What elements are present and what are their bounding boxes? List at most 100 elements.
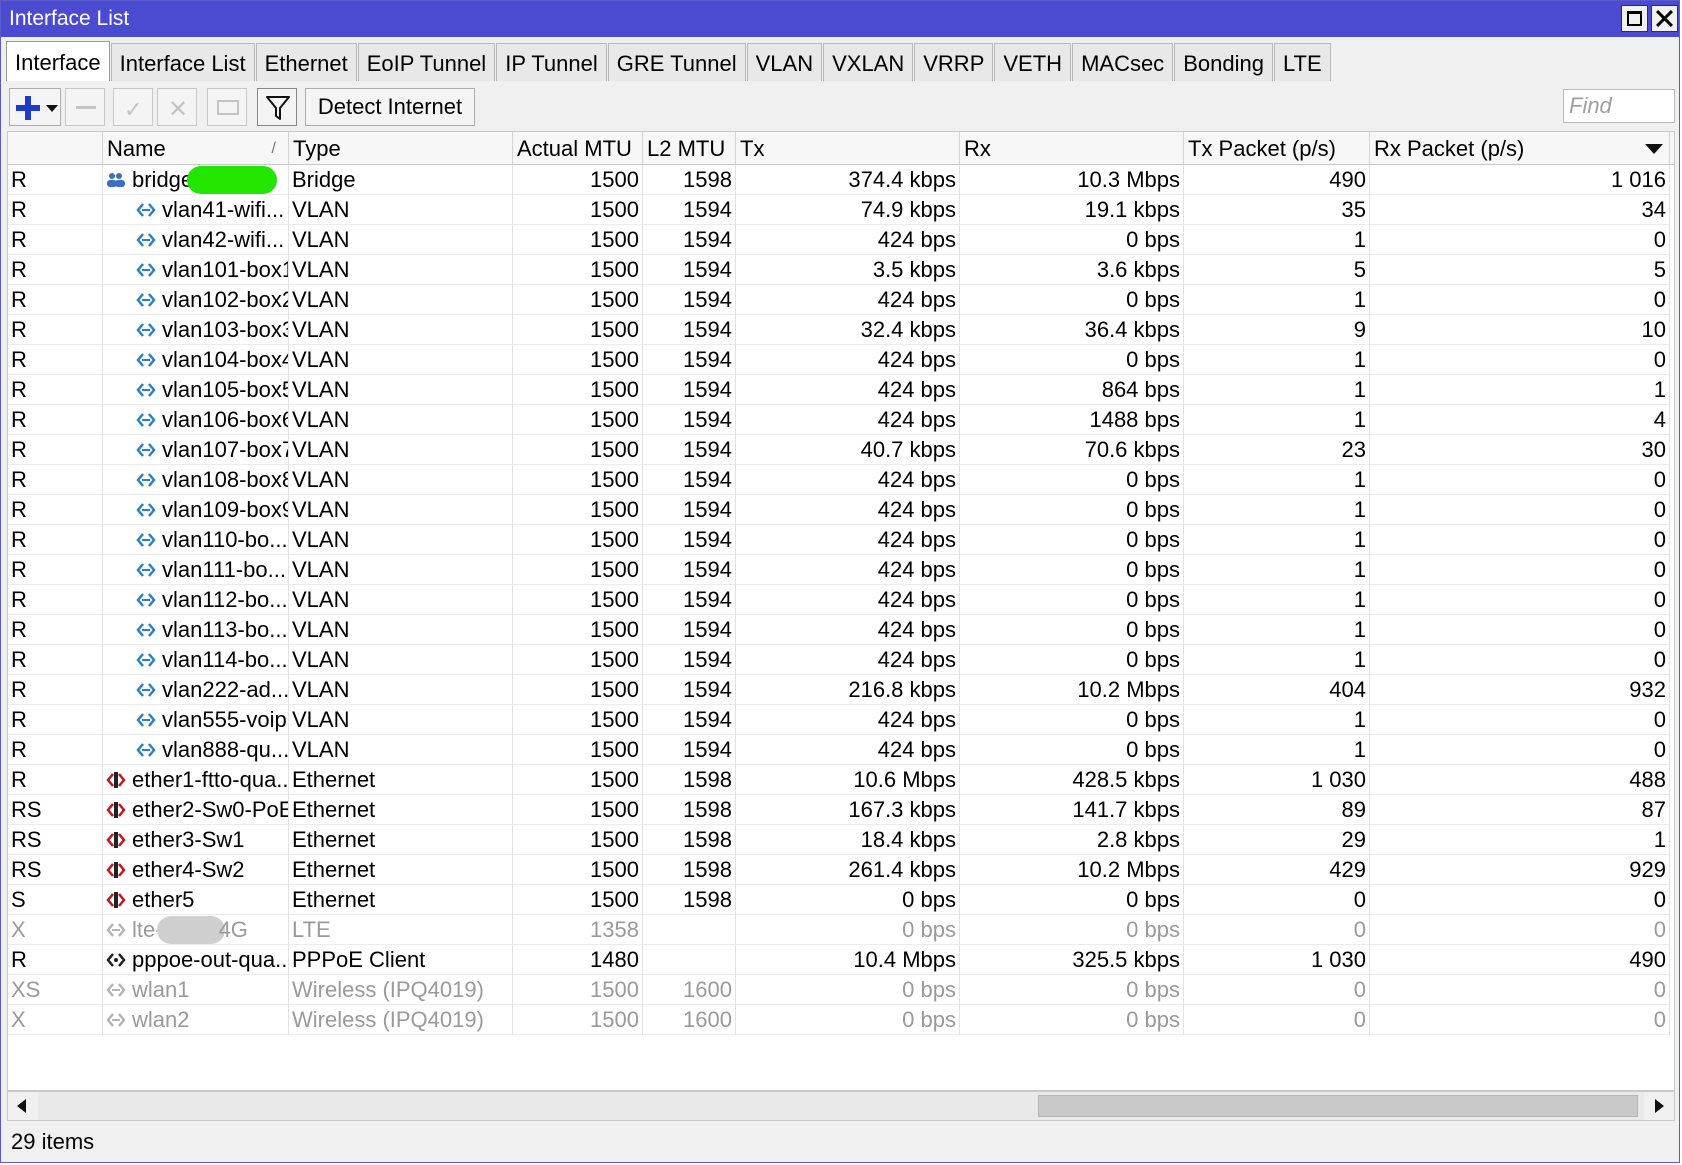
table-row[interactable]: Sether5 Ethernet 1500 1598 0 bps 0 bps 0 0	[8, 885, 1674, 915]
ethernet-icon	[106, 892, 126, 908]
filter-button[interactable]	[257, 88, 297, 126]
column-header-rx-packet-p-s-[interactable]: Rx Packet (p/s)	[1370, 132, 1670, 164]
cell-flags: R	[8, 945, 103, 975]
cell-txp: 23	[1184, 435, 1370, 465]
interface-name: vlan42-wifi...	[136, 225, 285, 254]
cell-l2mtu: 1594	[643, 225, 736, 255]
cell-type: Ethernet	[289, 765, 513, 795]
column-header-actual-mtu[interactable]: Actual MTU	[513, 132, 643, 164]
cell-rx: 0 bps	[960, 585, 1184, 615]
column-header-l2-mtu[interactable]: L2 MTU	[643, 132, 736, 164]
cell-mtu: 1500	[513, 525, 643, 555]
cell-rxp: 1 016	[1370, 165, 1670, 195]
cell-l2mtu: 1594	[643, 495, 736, 525]
table-row[interactable]: Rvlan888-qu... VLAN 1500 1594 424 bps 0 bps 1 0	[8, 735, 1674, 765]
table-row[interactable]: Rvlan111-bo... VLAN 1500 1594 424 bps 0 bps 1 0	[8, 555, 1674, 585]
tab-ethernet[interactable]: Ethernet	[255, 43, 357, 81]
tab-bonding[interactable]: Bonding	[1174, 43, 1273, 81]
cell-type: VLAN	[289, 195, 513, 225]
table-row[interactable]: RS ether2-Sw0-PoE Ethernet 1500 1598 167.3 kb…	[8, 795, 1674, 825]
tab-vxlan[interactable]: VXLAN	[823, 43, 914, 81]
table-row[interactable]: Rvlan105-box5 VLAN 1500 1594 424 bps 864 bps 1…	[8, 375, 1674, 405]
scroll-right-icon[interactable]	[1644, 1092, 1674, 1120]
interface-name: vlan101-box1	[136, 255, 288, 284]
cell-flags: RS	[8, 795, 103, 825]
table-row[interactable]: Rvlan109-box9 VLAN 1500 1594 424 bps 0 bps 1 0	[8, 495, 1674, 525]
tab-lte[interactable]: LTE	[1273, 43, 1331, 81]
table-row[interactable]: Rvlan106-box6 VLAN 1500 1594 424 bps 1488 bps…	[8, 405, 1674, 435]
tab-eoip-tunnel[interactable]: EoIP Tunnel	[357, 43, 496, 81]
lte-icon	[106, 923, 126, 937]
find-input[interactable]	[1563, 89, 1675, 123]
tab-vrrp[interactable]: VRRP	[914, 43, 994, 81]
table-row[interactable]: RS ether4-Sw2 Ethernet 1500 1598 261.4 kbps 10…	[8, 855, 1674, 885]
column-header-type[interactable]: Type	[289, 132, 513, 164]
scrollbar-thumb[interactable]	[1038, 1095, 1638, 1117]
cell-txp: 404	[1184, 675, 1370, 705]
cell-rx: 0 bps	[960, 975, 1184, 1005]
horizontal-scrollbar[interactable]	[7, 1091, 1675, 1121]
table-row[interactable]: Rvlan104-box4 VLAN 1500 1594 424 bps 0 bps 1 0	[8, 345, 1674, 375]
cell-tx: 424 bps	[736, 285, 960, 315]
table-row[interactable]: Xwlan2 Wireless (IPQ4019) 1500 1600 0 bps 0 b…	[8, 1005, 1674, 1035]
title-bar[interactable]: Interface List	[1, 1, 1679, 37]
tab-veth[interactable]: VETH	[994, 43, 1072, 81]
tab-gre-tunnel[interactable]: GRE Tunnel	[607, 43, 746, 81]
table-row[interactable]: Rvlan555-voip VLAN 1500 1594 424 bps 0 bps 1 0	[8, 705, 1674, 735]
interface-name-label: vlan888-qu...	[162, 737, 289, 762]
cell-rx: 36.4 kbps	[960, 315, 1184, 345]
table-row[interactable]: Rvlan41-wifi... VLAN 1500 1594 74.9 kbps 19.1…	[8, 195, 1674, 225]
cell-tx: 424 bps	[736, 525, 960, 555]
table-row[interactable]: Rvlan102-box2 VLAN 1500 1594 424 bps 0 bps 1 0	[8, 285, 1674, 315]
add-button[interactable]	[9, 88, 61, 126]
table-row[interactable]: Rbridge Bridge 1500 1598 374.4 kbps 10.3 Mbps…	[8, 165, 1674, 195]
table-row[interactable]: Rvlan42-wifi... VLAN 1500 1594 424 bps 0 bps 1…	[8, 225, 1674, 255]
table-row[interactable]: Rpppoe-out-qua... PPPoE Client 1480 10.4 Mb…	[8, 945, 1674, 975]
disable-button[interactable]: ✕	[157, 88, 197, 126]
cell-rxp: 0	[1370, 225, 1670, 255]
scroll-left-icon[interactable]	[8, 1092, 38, 1120]
cell-l2mtu	[643, 915, 736, 945]
tab-vlan[interactable]: VLAN	[746, 43, 823, 81]
cell-tx: 424 bps	[736, 405, 960, 435]
table-row[interactable]: Rvlan103-box3 VLAN 1500 1594 32.4 kbps 36.4 k…	[8, 315, 1674, 345]
tab-macsec[interactable]: MACsec	[1072, 43, 1174, 81]
table-row[interactable]: Rether1-ftto-qua... Ethernet 1500 1598 10.6 …	[8, 765, 1674, 795]
table-row[interactable]: Xlte- 4G LTE 1358 0 bps 0 bps 0 0	[8, 915, 1674, 945]
table-row[interactable]: Rvlan110-bo... VLAN 1500 1594 424 bps 0 bps 1 0	[8, 525, 1674, 555]
cell-tx: 74.9 kbps	[736, 195, 960, 225]
tab-interface[interactable]: Interface	[6, 41, 110, 81]
table-row[interactable]: Rvlan113-bo... VLAN 1500 1594 424 bps 0 bps 1 0	[8, 615, 1674, 645]
table-row[interactable]: Rvlan101-box1 VLAN 1500 1594 3.5 kbps 3.6 kbp…	[8, 255, 1674, 285]
cell-flags: R	[8, 735, 103, 765]
column-header-tx[interactable]: Tx	[736, 132, 960, 164]
table-row[interactable]: RS ether3-Sw1 Ethernet 1500 1598 18.4 kbps 2.8…	[8, 825, 1674, 855]
tab-interface-list[interactable]: Interface List	[110, 43, 255, 81]
column-menu-icon[interactable]	[1645, 144, 1663, 154]
cell-type: VLAN	[289, 225, 513, 255]
column-header-flags[interactable]	[8, 132, 103, 164]
detect-internet-button[interactable]: Detect Internet	[305, 88, 475, 126]
enable-button[interactable]: ✓	[113, 88, 153, 126]
close-icon[interactable]	[1651, 5, 1678, 32]
comment-button[interactable]	[207, 88, 247, 126]
maximize-icon[interactable]	[1621, 5, 1648, 32]
column-header-rx[interactable]: Rx	[960, 132, 1184, 164]
cell-type: Wireless (IPQ4019)	[289, 975, 513, 1005]
cell-rx: 0 bps	[960, 735, 1184, 765]
tab-ip-tunnel[interactable]: IP Tunnel	[496, 43, 607, 81]
cell-l2mtu: 1600	[643, 1005, 736, 1035]
table-row[interactable]: Rvlan107-box7 VLAN 1500 1594 40.7 kbps 70.6 k…	[8, 435, 1674, 465]
interface-name-label: ether4-Sw2	[132, 857, 245, 882]
table-row[interactable]: Rvlan112-bo... VLAN 1500 1594 424 bps 0 bps 1 0	[8, 585, 1674, 615]
table-row[interactable]: Rvlan108-box8 VLAN 1500 1594 424 bps 0 bps 1 0	[8, 465, 1674, 495]
cell-rxp: 932	[1370, 675, 1670, 705]
column-header-name[interactable]: Name /	[103, 132, 289, 164]
cell-rxp: 0	[1370, 735, 1670, 765]
cell-flags: R	[8, 705, 103, 735]
table-row[interactable]: XS wlan1 Wireless (IPQ4019) 1500 1600 0 bps 0 …	[8, 975, 1674, 1005]
remove-button[interactable]	[65, 88, 105, 126]
table-row[interactable]: Rvlan114-bo... VLAN 1500 1594 424 bps 0 bps 1 0	[8, 645, 1674, 675]
table-row[interactable]: Rvlan222-ad... VLAN 1500 1594 216.8 kbps 10.2…	[8, 675, 1674, 705]
column-header-tx-packet-p-s-[interactable]: Tx Packet (p/s)	[1184, 132, 1370, 164]
